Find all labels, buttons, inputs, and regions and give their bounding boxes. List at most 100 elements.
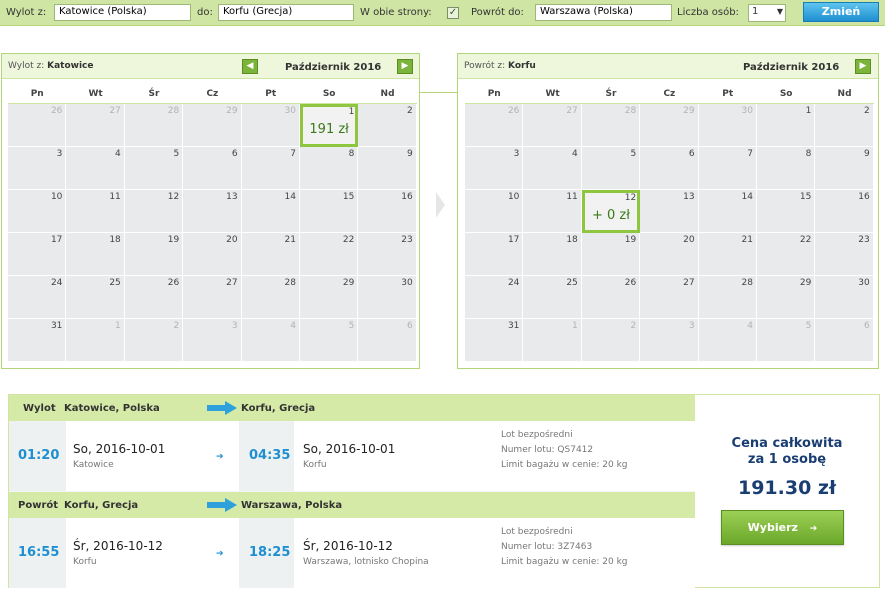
calendar-day[interactable]: 23 [358,233,417,276]
calendar-outbound: Wylot z: Katowice ◀ Październik 2016 ▶ P… [1,53,420,369]
calendar-day[interactable]: 19 [124,233,184,276]
day-number: 5 [630,149,637,159]
calendar-day[interactable]: 30 [815,276,874,319]
calendar-day[interactable]: 8 [299,147,359,190]
day-number: 29 [342,278,355,288]
calendar-day[interactable]: 30 [358,276,417,319]
return-details: 16:55 Śr, 2016-10-12 Korfu ➔ 18:25 Śr, 2… [9,518,695,588]
calendar-day[interactable]: 16 [815,190,874,233]
calendar-day[interactable]: 28 [241,276,300,319]
calendar-day[interactable]: 6 [640,147,699,190]
calendar-day[interactable]: 22 [756,233,816,276]
calendar-day[interactable]: 25 [523,276,582,319]
calendar-return: Powrót z: Korfu Październik 2016 ▶ Pn Wt Ś… [457,53,879,369]
calendar-day[interactable]: 29 [299,276,359,319]
calendar-day[interactable]: 18 [523,233,582,276]
calendar-day[interactable]: 23 [815,233,874,276]
calendar-day[interactable]: 8 [756,147,816,190]
calendar-day[interactable]: 3 [465,147,524,190]
calendar-day[interactable]: 17 [465,233,524,276]
calendar-day[interactable]: 3 [8,147,67,190]
calendar-day[interactable]: 11 [523,190,582,233]
calendar-day-selected[interactable]: 12 + 0 zł [581,190,641,233]
next-month-button[interactable]: ▶ [397,59,413,74]
day-number: 17 [50,235,63,245]
weekday-label: Cz [206,89,219,99]
calendar-day[interactable]: 1 [756,104,816,147]
day-number: 30 [858,278,870,288]
calendar-day[interactable]: 11 [66,190,125,233]
day-number: 24 [50,278,63,288]
calendar-day[interactable]: 7 [698,147,757,190]
calendar-day[interactable]: 27 [640,276,699,319]
calendar-day[interactable]: 17 [8,233,67,276]
calendar-day[interactable]: 14 [698,190,757,233]
calendar-day[interactable]: 31 [8,319,67,362]
calendar-day[interactable]: 6 [183,147,242,190]
choose-button[interactable]: Wybierz ➔ [721,510,844,545]
calendar-day[interactable]: 22 [299,233,359,276]
calendar-day[interactable]: 12 [124,190,184,233]
calendar-day[interactable]: 20 [183,233,242,276]
roundtrip-checkbox[interactable]: ✓ [447,7,459,19]
return-input[interactable]: Warszawa (Polska) [535,4,672,21]
calendar-days: 26 27 28 29 30 1 2 3 4 5 6 7 8 9 10 11 12 + 0 zł 13 14 15 16 1… [465,104,874,362]
calendar-day[interactable]: 13 [640,190,699,233]
day-number: 28 [624,106,637,116]
passengers-select[interactable]: 1 ▼ [748,4,786,22]
calendar-day[interactable]: 25 [66,276,125,319]
choose-button-label: Wybierz [747,521,798,534]
calendar-day[interactable]: 29 [756,276,816,319]
calendar-day[interactable]: 19 [581,233,641,276]
calendar-day[interactable]: 4 [66,147,125,190]
calendar-day[interactable]: 10 [8,190,67,233]
from-input[interactable]: Katowice (Polska) [54,4,191,21]
to-input[interactable]: Korfu (Grecja) [218,4,354,21]
calendar-day[interactable]: 31 [465,319,524,362]
day-number: 16 [401,192,413,202]
calendar-day[interactable]: 2 [358,104,417,147]
calendar-month: Październik 2016 [285,62,382,73]
calendar-day[interactable]: 21 [241,233,300,276]
calendar-day[interactable]: 27 [183,276,242,319]
calendar-day-selected[interactable]: 1 191 zł [299,104,359,147]
calendar-day: 26 [465,104,524,147]
prev-month-button[interactable]: ◀ [242,59,258,74]
calendar-day[interactable]: 28 [698,276,757,319]
day-number: 25 [109,278,121,288]
calendar-day[interactable]: 15 [299,190,359,233]
arrow-right-icon [207,498,237,512]
calendar-day[interactable]: 9 [358,147,417,190]
calendar-day[interactable]: 26 [581,276,641,319]
calendar-header: Wylot z: Katowice ◀ Październik 2016 ▶ [2,54,419,79]
calendar-day[interactable]: 26 [124,276,184,319]
calendar-day[interactable]: 9 [815,147,874,190]
calendar-day[interactable]: 13 [183,190,242,233]
day-number: 18 [566,235,578,245]
calendar-day[interactable]: 18 [66,233,125,276]
calendar-day[interactable]: 5 [581,147,641,190]
arrow-right-icon: ▶ [401,61,409,71]
calendar-day[interactable]: 14 [241,190,300,233]
calendar-day[interactable]: 20 [640,233,699,276]
change-button[interactable]: Zmień [803,2,879,22]
return-label: Powrót [18,500,59,511]
weekday-label: Cz [663,89,676,99]
day-number: 29 [683,106,695,116]
calendar-day[interactable]: 5 [124,147,184,190]
calendar-day[interactable]: 2 [815,104,874,147]
next-month-button[interactable]: ▶ [855,59,871,74]
departure-time: 01:20 [18,448,60,463]
calendar-day[interactable]: 15 [756,190,816,233]
calendar-day[interactable]: 7 [241,147,300,190]
calendar-day[interactable]: 24 [465,276,524,319]
calendar-day[interactable]: 16 [358,190,417,233]
arrival-city: Korfu [303,460,327,470]
day-number: 27 [566,106,578,116]
calendar-day[interactable]: 21 [698,233,757,276]
calendar-day[interactable]: 4 [523,147,582,190]
calendar-day[interactable]: 10 [465,190,524,233]
calendar-day: 30 [698,104,757,147]
calendar-day[interactable]: 24 [8,276,67,319]
day-number: 18 [109,235,121,245]
